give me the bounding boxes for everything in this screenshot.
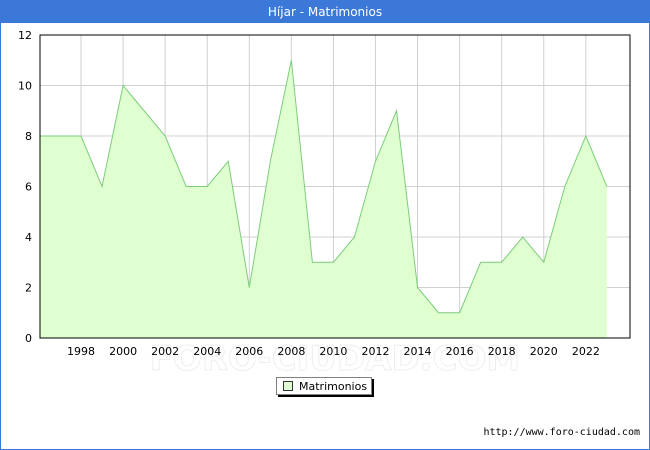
x-tick-label: 2022 [572,345,600,358]
x-tick-label: 2018 [488,345,516,358]
x-tick-label: 2020 [530,345,558,358]
x-tick-label: 2012 [361,345,389,358]
x-tick-label: 2002 [151,345,179,358]
legend-label: Matrimonios [299,379,368,393]
legend: Matrimonios [276,377,372,395]
y-tick-label: 8 [25,130,32,143]
legend-swatch [283,381,293,391]
y-tick-label: 12 [18,29,32,42]
x-tick-label: 2014 [404,345,432,358]
y-tick-label: 0 [25,332,32,345]
source-url: http://www.foro-ciudad.com [483,427,640,438]
y-tick-label: 2 [25,282,32,295]
x-tick-label: 1998 [67,345,95,358]
y-tick-label: 4 [25,231,32,244]
x-tick-label: 2010 [319,345,347,358]
series-area [40,60,607,338]
y-tick-label: 6 [25,181,32,194]
x-tick-label: 2016 [446,345,474,358]
x-tick-label: 2000 [109,345,137,358]
y-tick-label: 10 [18,80,32,93]
x-tick-label: 2006 [235,345,263,358]
x-tick-label: 2008 [277,345,305,358]
x-tick-label: 2004 [193,345,221,358]
